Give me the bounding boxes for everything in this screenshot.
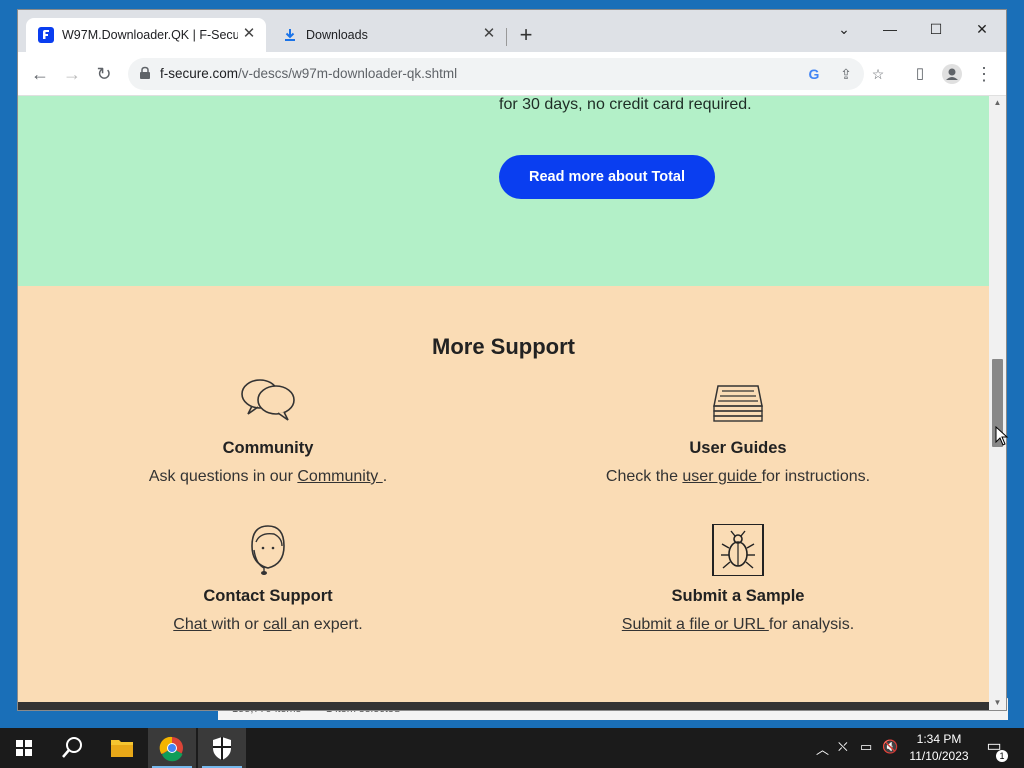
profile-icon[interactable]: [938, 60, 966, 88]
tab-fsecure[interactable]: W97M.Downloader.QK | F-Secure ✕: [26, 18, 266, 52]
call-link[interactable]: call: [263, 616, 291, 633]
search-icon: [62, 737, 82, 758]
support-section: More Support Community Ask questions in …: [18, 286, 989, 702]
windows-logo-icon: [16, 740, 32, 756]
submit-sample-desc: Submit a file or URL for analysis.: [528, 616, 948, 634]
contact-title: Contact Support: [203, 587, 333, 605]
desc-text: with or: [211, 616, 264, 633]
scroll-up-arrow-icon[interactable]: ▲: [989, 96, 1006, 110]
tab-search-icon[interactable]: ⌄: [822, 14, 866, 44]
tab-separator: [506, 28, 507, 46]
google-icon[interactable]: G: [804, 64, 824, 84]
scroll-down-arrow-icon[interactable]: ▼: [989, 696, 1006, 710]
taskbar: ︿ ⛌ ▭ 🔇 1:34 PM 11/10/2023 ▭ 1: [0, 728, 1024, 768]
trial-text: for 30 days, no credit card required.: [499, 96, 752, 113]
system-tray: ︿ ⛌ ▭ 🔇: [812, 728, 900, 768]
user-guides-desc: Check the user guide for instructions.: [528, 468, 948, 486]
read-more-button[interactable]: Read more about Total: [499, 155, 715, 199]
page-content: for 30 days, no credit card required. Re…: [18, 96, 989, 702]
new-tab-button[interactable]: +: [514, 24, 538, 48]
close-tab-icon[interactable]: ✕: [240, 25, 258, 43]
clock[interactable]: 1:34 PM 11/10/2023: [900, 731, 978, 765]
desc-text: Ask questions in our: [148, 468, 298, 485]
chat-link[interactable]: Chat: [173, 616, 211, 633]
support-heading: More Support: [432, 334, 575, 359]
desc-text: .: [382, 468, 388, 485]
volume-muted-icon[interactable]: 🔇: [882, 739, 898, 755]
notification-count-badge: 1: [996, 750, 1008, 762]
bug-icon: [712, 523, 764, 577]
share-icon[interactable]: ⇪: [836, 64, 856, 84]
file-explorer-button[interactable]: [98, 728, 146, 768]
lock-icon: [140, 66, 150, 79]
support-item-user-guides: User Guides Check the user guide for ins…: [528, 376, 948, 486]
forward-button[interactable]: →: [58, 60, 86, 88]
network-icon[interactable]: ▭: [860, 739, 872, 755]
contact-desc: Chat with or call an expert.: [58, 616, 478, 634]
user-guides-title: User Guides: [689, 439, 787, 457]
download-icon: [285, 29, 295, 41]
start-button[interactable]: [0, 728, 48, 768]
browser-toolbar: ← → ↻ f-secure.com/v-descs/w97m-download…: [18, 52, 1006, 96]
url-text: f-secure.com/v-descs/w97m-downloader-qk.…: [160, 66, 457, 81]
desc-text: Check the: [605, 468, 683, 485]
reload-button[interactable]: ↻: [90, 60, 118, 88]
clock-date: 11/10/2023: [909, 749, 969, 763]
desc-text: an expert.: [291, 616, 363, 633]
chevron-up-icon[interactable]: ︿: [816, 739, 829, 758]
bookmark-star-icon[interactable]: ☆: [868, 64, 888, 84]
headset-person-icon: [251, 525, 285, 575]
submit-sample-title: Submit a Sample: [671, 587, 805, 605]
minimize-button[interactable]: —: [868, 14, 912, 44]
notifications-icon[interactable]: ▭ 1: [982, 736, 1008, 762]
close-window-button[interactable]: ✕: [960, 14, 1004, 44]
shield-icon: [213, 737, 231, 760]
window-bottom-edge: [18, 702, 989, 710]
side-panel-icon[interactable]: ▯: [906, 60, 934, 88]
community-title: Community: [222, 439, 314, 457]
support-item-community: Community Ask questions in our Community…: [58, 376, 478, 486]
back-button[interactable]: ←: [26, 60, 54, 88]
address-bar[interactable]: f-secure.com/v-descs/w97m-downloader-qk.…: [128, 58, 884, 90]
tab-title: Downloads: [306, 28, 368, 42]
close-tab-icon[interactable]: ✕: [480, 25, 498, 43]
fsecure-logo-icon: [38, 27, 54, 43]
chat-bubbles-icon: [241, 379, 295, 421]
book-stack-icon: [713, 385, 763, 422]
network-offline-icon[interactable]: ⛌: [838, 739, 848, 755]
url-path: /v-descs/w97m-downloader-qk.shtml: [238, 66, 458, 81]
promo-section: for 30 days, no credit card required. Re…: [18, 96, 989, 286]
url-host: f-secure.com: [160, 66, 239, 81]
vertical-scrollbar[interactable]: ▲ ▼: [989, 96, 1006, 710]
search-button[interactable]: [48, 728, 96, 768]
folder-icon: [111, 740, 133, 757]
security-app-button[interactable]: [198, 728, 246, 768]
support-item-submit-sample: Submit a Sample Submit a file or URL for…: [528, 523, 948, 634]
user-guide-link[interactable]: user guide: [682, 468, 761, 485]
desc-text: for analysis.: [768, 616, 855, 633]
tab-downloads[interactable]: Downloads ✕: [270, 18, 506, 52]
submit-file-link[interactable]: Submit a file or URL: [622, 616, 769, 633]
maximize-button[interactable]: ☐: [914, 14, 958, 44]
tab-strip: W97M.Downloader.QK | F-Secure ✕ Download…: [18, 10, 1006, 52]
browser-window: W97M.Downloader.QK | F-Secure ✕ Download…: [18, 10, 1006, 710]
community-desc: Ask questions in our Community .: [58, 468, 478, 486]
desc-text: for instructions.: [761, 468, 871, 485]
support-item-contact: Contact Support Chat with or call an exp…: [58, 524, 478, 634]
chrome-button[interactable]: [148, 728, 196, 768]
menu-kebab-icon[interactable]: ⋮: [970, 60, 998, 88]
tab-title: W97M.Downloader.QK | F-Secure: [62, 28, 238, 42]
chrome-icon: [159, 736, 183, 762]
clock-time: 1:34 PM: [916, 732, 962, 746]
community-link[interactable]: Community: [297, 468, 382, 485]
mouse-cursor-icon: [995, 426, 1009, 446]
